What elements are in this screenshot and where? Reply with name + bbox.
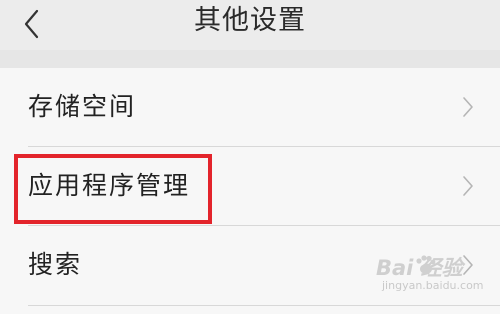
settings-list: 存储空间 应用程序管理 搜索 [0, 68, 500, 314]
chevron-right-icon [462, 175, 474, 197]
page-title: 其他设置 [194, 5, 306, 36]
settings-item-label: 应用程序管理 [28, 171, 191, 200]
chevron-right-icon [462, 254, 474, 276]
settings-item-app-management[interactable]: 应用程序管理 [0, 147, 500, 225]
section-gap [0, 50, 500, 68]
settings-item-label: 存储空间 [28, 92, 137, 121]
divider [28, 305, 500, 306]
settings-item-label: 搜索 [28, 250, 83, 279]
settings-item-search[interactable]: 搜索 [0, 226, 500, 304]
chevron-right-icon [462, 96, 474, 118]
settings-item-storage[interactable]: 存储空间 [0, 68, 500, 146]
header-bar: 其他设置 [0, 0, 500, 50]
